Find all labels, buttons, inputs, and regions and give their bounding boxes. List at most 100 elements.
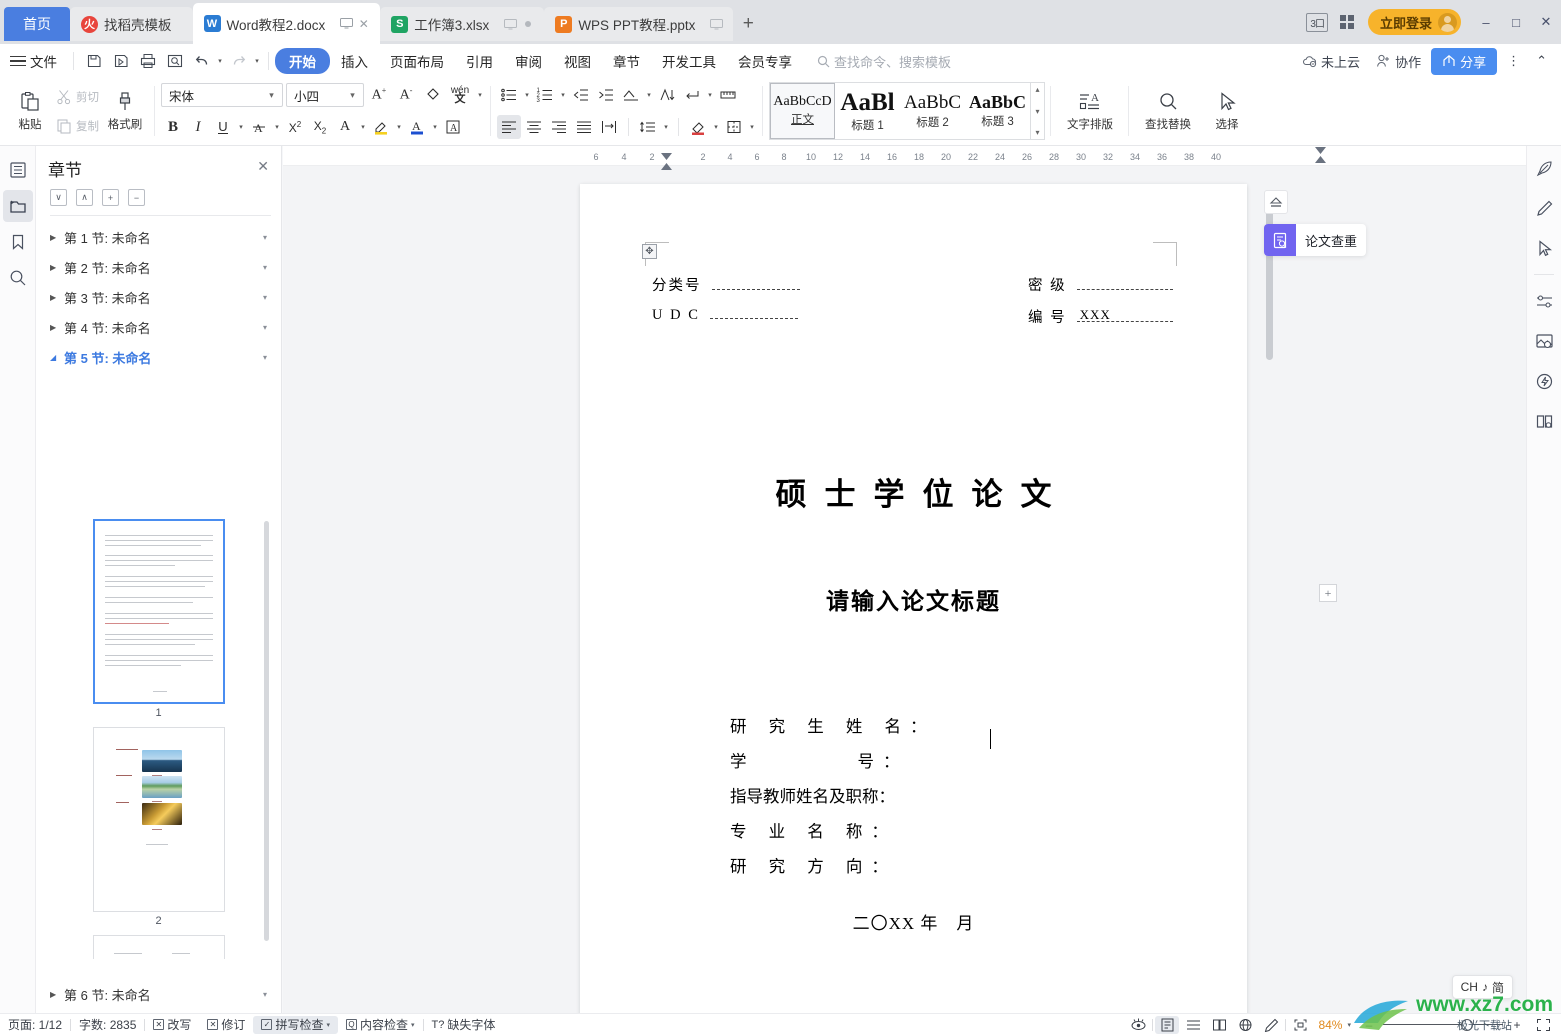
close-panel-icon[interactable]: ✕ xyxy=(257,158,269,175)
bullet-list-button[interactable] xyxy=(497,83,521,107)
word-count-indicator[interactable]: 字数: 2835 xyxy=(71,1016,144,1033)
minimize-button[interactable]: – xyxy=(1471,0,1501,44)
collapse-ribbon-icon[interactable]: ⌃ xyxy=(1530,50,1553,72)
login-button[interactable]: 立即登录 xyxy=(1367,9,1461,35)
bookmark-panel-icon[interactable] xyxy=(3,226,33,258)
chevron-down-icon[interactable]: ▾ xyxy=(263,233,267,242)
style-item-body[interactable]: AaBbCcD 正文 xyxy=(770,83,835,139)
text-typography-button[interactable]: A 文字排版 xyxy=(1057,80,1123,142)
format-painter-button[interactable]: 格式刷 xyxy=(101,80,149,142)
page-thumbnail[interactable] xyxy=(92,519,225,704)
picture-tool-icon[interactable] xyxy=(1530,327,1558,355)
feather-icon[interactable] xyxy=(1530,154,1558,182)
writing-view-button[interactable] xyxy=(1259,1016,1283,1034)
search-panel-icon[interactable] xyxy=(3,262,33,294)
tab-word-document[interactable]: W Word教程2.docx ✕ xyxy=(192,3,381,44)
close-icon[interactable]: ✕ xyxy=(356,17,371,31)
thumbnail-scrollbar[interactable] xyxy=(264,521,269,941)
clear-formatting-icon[interactable] xyxy=(421,83,445,107)
info-field-student-name[interactable]: 研 究 生 姓 名： xyxy=(730,709,936,744)
strikethrough-button[interactable]: A xyxy=(247,115,271,139)
fit-page-icon[interactable] xyxy=(1288,1016,1312,1034)
italic-button[interactable]: I xyxy=(186,115,210,139)
chevron-down-icon[interactable]: ▾ xyxy=(263,293,267,302)
document-main-title[interactable]: 硕士学位论文 xyxy=(580,469,1247,514)
tab-start[interactable]: 开始 xyxy=(275,48,330,74)
font-color-button[interactable]: A xyxy=(405,115,429,139)
thumbnail-item[interactable] xyxy=(36,935,281,959)
section-item-2[interactable]: ▶ 第 2 节: 未命名 ▾ xyxy=(36,252,281,282)
collapse-triangle-icon[interactable]: ◢ xyxy=(50,353,64,362)
style-item-heading3[interactable]: AaBbC 标题 3 xyxy=(965,83,1030,139)
cursor-icon[interactable] xyxy=(1530,234,1558,262)
tab-insert[interactable]: 插入 xyxy=(330,48,379,74)
superscript-button[interactable]: X2 xyxy=(283,115,307,139)
copy-button[interactable]: 复制 xyxy=(54,113,101,139)
shading-button[interactable] xyxy=(686,115,710,139)
styles-scroll-controls[interactable]: ▴ ▾ ▾ xyxy=(1030,83,1044,139)
close-button[interactable]: ✕ xyxy=(1531,0,1561,44)
borders-button[interactable] xyxy=(722,115,746,139)
book-icon[interactable] xyxy=(1530,407,1558,435)
tab-ppt-document[interactable]: P WPS PPT教程.pptx xyxy=(544,7,734,41)
tab-review[interactable]: 审阅 xyxy=(504,48,553,74)
slider-handle[interactable] xyxy=(1461,1018,1473,1031)
document-info-fields[interactable]: 研 究 生 姓 名： 学 号： 指导教师姓名及职称： 专 业 名 称： 研 究 … xyxy=(730,709,936,884)
chevron-down-icon[interactable]: ▾ xyxy=(430,115,440,139)
style-item-heading2[interactable]: AaBbC 标题 2 xyxy=(900,83,965,139)
chevron-down-icon[interactable]: ▾ xyxy=(236,115,246,139)
page-thumbnail-list[interactable]: 1 2 xyxy=(36,511,281,959)
chevron-down-icon[interactable]: ▾ xyxy=(522,83,532,107)
cast-icon[interactable] xyxy=(339,18,354,29)
font-size-select[interactable]: 小四 ▾ xyxy=(286,83,364,107)
reading-view-button[interactable] xyxy=(1207,1016,1231,1034)
line-spacing-button[interactable] xyxy=(636,115,660,139)
sort-az-button[interactable] xyxy=(655,83,679,107)
info-field-advisor[interactable]: 指导教师姓名及职称： xyxy=(730,779,936,814)
delete-section-icon[interactable]: − xyxy=(128,189,145,206)
highlight-color-button[interactable] xyxy=(369,115,393,139)
doc-field-secrecy[interactable]: 密 级 xyxy=(1028,274,1173,295)
chevron-down-icon[interactable]: ▾ xyxy=(705,83,715,107)
tab-developer-tools[interactable]: 开发工具 xyxy=(651,48,727,74)
info-field-student-id[interactable]: 学 号： xyxy=(730,744,936,779)
section-item-3[interactable]: ▶ 第 3 节: 未命名 ▾ xyxy=(36,282,281,312)
thumbnail-item[interactable]: 1 xyxy=(36,519,281,719)
tab-home[interactable]: 首页 xyxy=(4,7,70,41)
chevron-down-icon[interactable]: ▾ xyxy=(263,990,267,999)
horizontal-ruler[interactable]: 6 4 2 2 4 6 8 10 12 14 16 18 20 22 24 26… xyxy=(283,146,1526,170)
more-options-icon[interactable]: ⋮ xyxy=(1501,50,1526,72)
page-indicator[interactable]: 页面: 1/12 xyxy=(0,1016,70,1033)
fullscreen-icon[interactable] xyxy=(1531,1016,1555,1034)
grid-lines-button[interactable] xyxy=(716,83,740,107)
customize-toolbar-icon[interactable]: ▾ xyxy=(252,49,262,73)
increase-font-size-button[interactable]: A+ xyxy=(367,83,391,107)
paste-button[interactable]: 粘贴 xyxy=(6,80,54,142)
section-panel-icon[interactable] xyxy=(2,190,33,222)
grid-view-icon[interactable] xyxy=(1339,15,1354,29)
expand-gallery-icon[interactable]: ▾ xyxy=(1035,128,1039,137)
indent-marker-right[interactable] xyxy=(1315,147,1326,168)
chevron-down-icon[interactable]: ▾ xyxy=(263,353,267,362)
chevron-down-icon[interactable]: ▾ xyxy=(711,115,721,139)
save-as-icon[interactable] xyxy=(107,48,134,74)
underline-button[interactable]: U xyxy=(211,115,235,139)
tab-page-layout[interactable]: 页面布局 xyxy=(379,48,455,74)
tab-excel-workbook[interactable]: S 工作簿3.xlsx xyxy=(380,7,545,41)
expand-triangle-icon[interactable]: ▶ xyxy=(50,233,64,242)
zoom-level[interactable]: 84% ▾ xyxy=(1314,1018,1355,1032)
change-case-button[interactable]: A xyxy=(333,115,357,139)
align-right-button[interactable] xyxy=(547,115,571,139)
info-field-major[interactable]: 专 业 名 称： xyxy=(730,814,936,849)
cut-button[interactable]: 剪切 xyxy=(54,84,101,110)
tab-docer-template[interactable]: 火 找稻壳模板 xyxy=(70,7,193,41)
menu-icon[interactable] xyxy=(10,53,26,70)
section-item-6[interactable]: ▶ 第 6 节: 未命名 ▾ xyxy=(36,979,281,1009)
print-preview-icon[interactable] xyxy=(161,48,188,74)
eject-panel-icon[interactable] xyxy=(1264,190,1288,214)
page-thumbnail[interactable] xyxy=(92,935,225,959)
revision-toggle[interactable]: ✕ 修订 xyxy=(199,1016,253,1033)
chevron-down-icon[interactable]: ▾ xyxy=(394,115,404,139)
justify-button[interactable] xyxy=(572,115,596,139)
table-move-handle[interactable]: ✥ xyxy=(642,244,657,259)
